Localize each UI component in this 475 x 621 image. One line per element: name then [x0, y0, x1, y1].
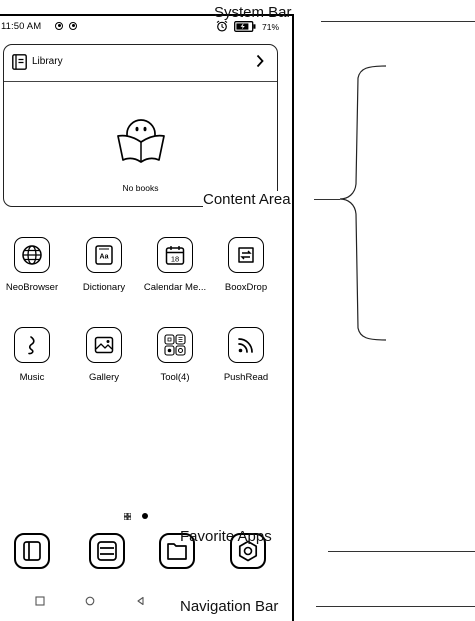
page-indicator-dot[interactable]: [142, 513, 148, 519]
app-label: Calendar Me...: [143, 282, 207, 293]
app-label: Tool(4): [160, 372, 190, 383]
globe-icon: [14, 237, 50, 273]
app-label: NeoBrowser: [5, 282, 59, 293]
library-title[interactable]: Library: [32, 56, 63, 67]
app-pushread[interactable]: PushRead: [210, 327, 282, 397]
annotation-system-bar: System Bar: [214, 4, 292, 21]
alarm-clock-icon: [216, 20, 228, 32]
annotation-pointer-line: [321, 21, 475, 22]
app-neobrowser[interactable]: NeoBrowser: [0, 237, 68, 307]
annotation-navigation-bar: Navigation Bar: [180, 598, 279, 615]
app-label: Dictionary: [82, 282, 126, 293]
transfer-icon: [228, 237, 264, 273]
calendar-icon: 18: [157, 237, 193, 273]
dictionary-icon: Aa: [86, 237, 122, 273]
home-circle-icon[interactable]: [85, 596, 95, 606]
app-label: Music: [19, 372, 45, 383]
annotation-pointer-line: [328, 551, 475, 552]
library-divider: [4, 81, 277, 82]
book-reader-icon: [23, 541, 41, 561]
library-icon: [12, 54, 27, 70]
status-time: 11:50 AM: [1, 21, 42, 32]
page-indicator-grid-icon[interactable]: [124, 513, 131, 520]
annotation-pointer-line: [316, 606, 475, 607]
app-calendar[interactable]: 18 Calendar Me...: [139, 237, 211, 307]
notification-icon: [55, 22, 63, 30]
reading-book-illustration-icon: [117, 119, 165, 163]
app-label: BooxDrop: [224, 282, 268, 293]
dock-notes-button[interactable]: [89, 533, 125, 569]
svg-text:Aa: Aa: [100, 254, 109, 261]
notification-icon: [69, 22, 77, 30]
rss-feed-icon: [228, 327, 264, 363]
app-music[interactable]: Music: [0, 327, 68, 397]
battery-icon: [234, 21, 256, 32]
battery-percentage: 71%: [262, 22, 280, 32]
recents-square-icon[interactable]: [35, 596, 45, 606]
dock-library-button[interactable]: [14, 533, 50, 569]
back-triangle-icon[interactable]: [136, 596, 146, 606]
app-gallery[interactable]: Gallery: [68, 327, 140, 397]
svg-text:18: 18: [171, 255, 179, 264]
app-label: PushRead: [223, 372, 269, 383]
chevron-right-icon[interactable]: [255, 54, 265, 68]
notes-stack-icon: [97, 541, 117, 561]
screen-right-edge: [292, 14, 294, 621]
app-tool-folder[interactable]: Tool(4): [139, 327, 211, 397]
app-dictionary[interactable]: Aa Dictionary: [68, 237, 140, 307]
annotation-pointer-line: [314, 199, 340, 200]
image-icon: [86, 327, 122, 363]
annotation-content-area: Content Area: [203, 191, 291, 208]
annotation-favorite-apps: Favorite Apps: [180, 528, 272, 545]
annotation-brace-icon: [339, 65, 387, 341]
app-label: Gallery: [88, 372, 120, 383]
app-booxdrop[interactable]: BooxDrop: [210, 237, 282, 307]
music-note-icon: [14, 327, 50, 363]
tools-folder-icon: [157, 327, 193, 363]
